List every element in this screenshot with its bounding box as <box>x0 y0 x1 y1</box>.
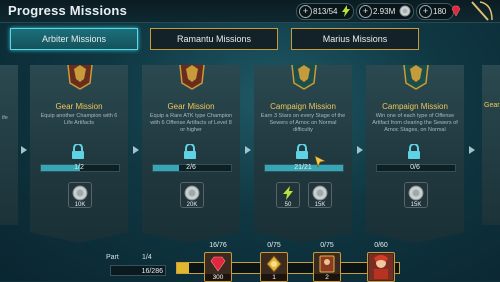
gems-value: 180 <box>433 7 447 16</box>
silver-counter[interactable]: + 2.93M <box>356 3 414 20</box>
milestone-reward[interactable]: 0/75 1 <box>260 242 288 282</box>
silver-coin-icon <box>408 185 424 201</box>
mission-description: Earn 3 Stars on every Stage of the Sewer… <box>260 113 346 133</box>
page-title: Progress Missions <box>8 3 127 18</box>
silver-coin-icon <box>184 185 200 201</box>
tab-arbiter-missions[interactable]: Arbiter Missions <box>10 28 138 50</box>
reward-amount: 15K <box>410 202 422 208</box>
gems-counter[interactable]: + 180 <box>416 3 461 20</box>
lock-icon <box>296 144 308 159</box>
mission-title: Gear Mission <box>55 102 103 111</box>
next-card-partial[interactable]: Gear <box>482 65 500 225</box>
milestone-amount: 300 <box>205 274 231 281</box>
mission-description: Win one of each type of Offense Artifact… <box>372 113 458 133</box>
reward-slot[interactable]: 10K <box>68 182 92 208</box>
tab-marius-missions[interactable]: Marius Missions <box>291 28 419 50</box>
silver-value: 2.93M <box>373 7 396 16</box>
partial-card-text: ife <box>2 115 8 121</box>
silver-coin-icon <box>312 185 328 201</box>
close-arrow-icon[interactable] <box>466 0 496 22</box>
mission-card[interactable]: Gear Mission Equip a Rare ATK type Champ… <box>142 65 240 243</box>
arrow-right-icon <box>21 146 27 154</box>
milestone-threshold: 16/76 <box>209 242 227 249</box>
add-gems-icon[interactable]: + <box>419 5 432 18</box>
mission-progress-text: 0/6 <box>410 164 420 171</box>
lock-icon <box>184 144 196 159</box>
part-progress-box: Part 1/4 16/286 <box>104 254 166 278</box>
tab-ramantu-missions[interactable]: Ramantu Missions <box>150 28 278 50</box>
lock-icon <box>72 144 84 159</box>
previous-card-partial[interactable]: ife <box>0 65 18 225</box>
milestone-reward[interactable]: 0/75 2 <box>313 242 341 282</box>
ruby-gem-icon <box>210 256 226 272</box>
cursor-pointer-icon <box>314 155 326 168</box>
energy-counter[interactable]: + 813/54 <box>296 3 354 20</box>
energy-value: 813/54 <box>313 7 338 16</box>
mission-title: Gear Mission <box>167 102 215 111</box>
mission-description: Equip a Rare ATK type Champion with 6 Of… <box>149 113 233 133</box>
overall-progress-fill <box>177 263 190 273</box>
arrow-right-icon <box>469 146 475 154</box>
champion-portrait-icon <box>369 254 393 280</box>
reward-slot[interactable]: 50 <box>276 182 300 208</box>
milestone-amount: 2 <box>314 274 340 281</box>
part-label: Part <box>106 254 119 261</box>
top-bar: Progress Missions + 813/54 + 2.93M + 180 <box>0 0 500 23</box>
ruby-gem-icon <box>451 5 461 17</box>
mission-title: Campaign Mission <box>382 102 448 111</box>
add-energy-icon[interactable]: + <box>299 5 312 18</box>
champion-card-icon <box>319 255 335 273</box>
lock-icon <box>408 144 420 159</box>
milestone-threshold: 0/75 <box>267 242 281 249</box>
reward-slot[interactable]: 15K <box>308 182 332 208</box>
mission-card[interactable]: Campaign Mission Win one of each type of… <box>366 65 464 243</box>
reward-slot[interactable]: 20K <box>180 182 204 208</box>
reward-amount: 15K <box>314 202 326 208</box>
arrow-right-icon <box>357 146 363 154</box>
milestone-reward[interactable]: 0/60 <box>367 242 395 282</box>
silver-coin-icon <box>399 5 411 17</box>
mission-progress-text: 21/21 <box>294 164 312 171</box>
mission-description: Equip another Champion with 6 Life Artif… <box>40 113 118 126</box>
reward-slot[interactable]: 15K <box>404 182 428 208</box>
add-silver-icon[interactable]: + <box>359 5 372 18</box>
mission-title: Campaign Mission <box>270 102 336 111</box>
milestone-threshold: 0/75 <box>320 242 334 249</box>
mission-card[interactable]: Campaign Mission Earn 3 Stars on every S… <box>254 65 352 243</box>
lightning-icon <box>342 5 350 17</box>
mission-progress-text: 2/6 <box>186 164 196 171</box>
part-value: 1/4 <box>142 254 152 261</box>
reward-amount: 20K <box>186 202 198 208</box>
reward-amount: 10K <box>74 202 86 208</box>
milestone-amount: 1 <box>261 274 287 281</box>
reward-amount: 50 <box>284 202 292 208</box>
milestone-threshold: 0/60 <box>374 242 388 249</box>
partial-card-title: Gear <box>484 102 500 109</box>
points-value: 16/286 <box>110 265 166 276</box>
energy-icon <box>283 186 293 200</box>
mission-card[interactable]: Gear Mission Equip another Champion with… <box>30 65 128 243</box>
mission-progress-text: 1/2 <box>74 164 84 171</box>
milestone-reward[interactable]: 16/76 300 <box>204 242 232 282</box>
arrow-right-icon <box>133 146 139 154</box>
golden-relic-icon <box>266 255 282 273</box>
arrow-right-icon <box>245 146 251 154</box>
silver-coin-icon <box>72 185 88 201</box>
